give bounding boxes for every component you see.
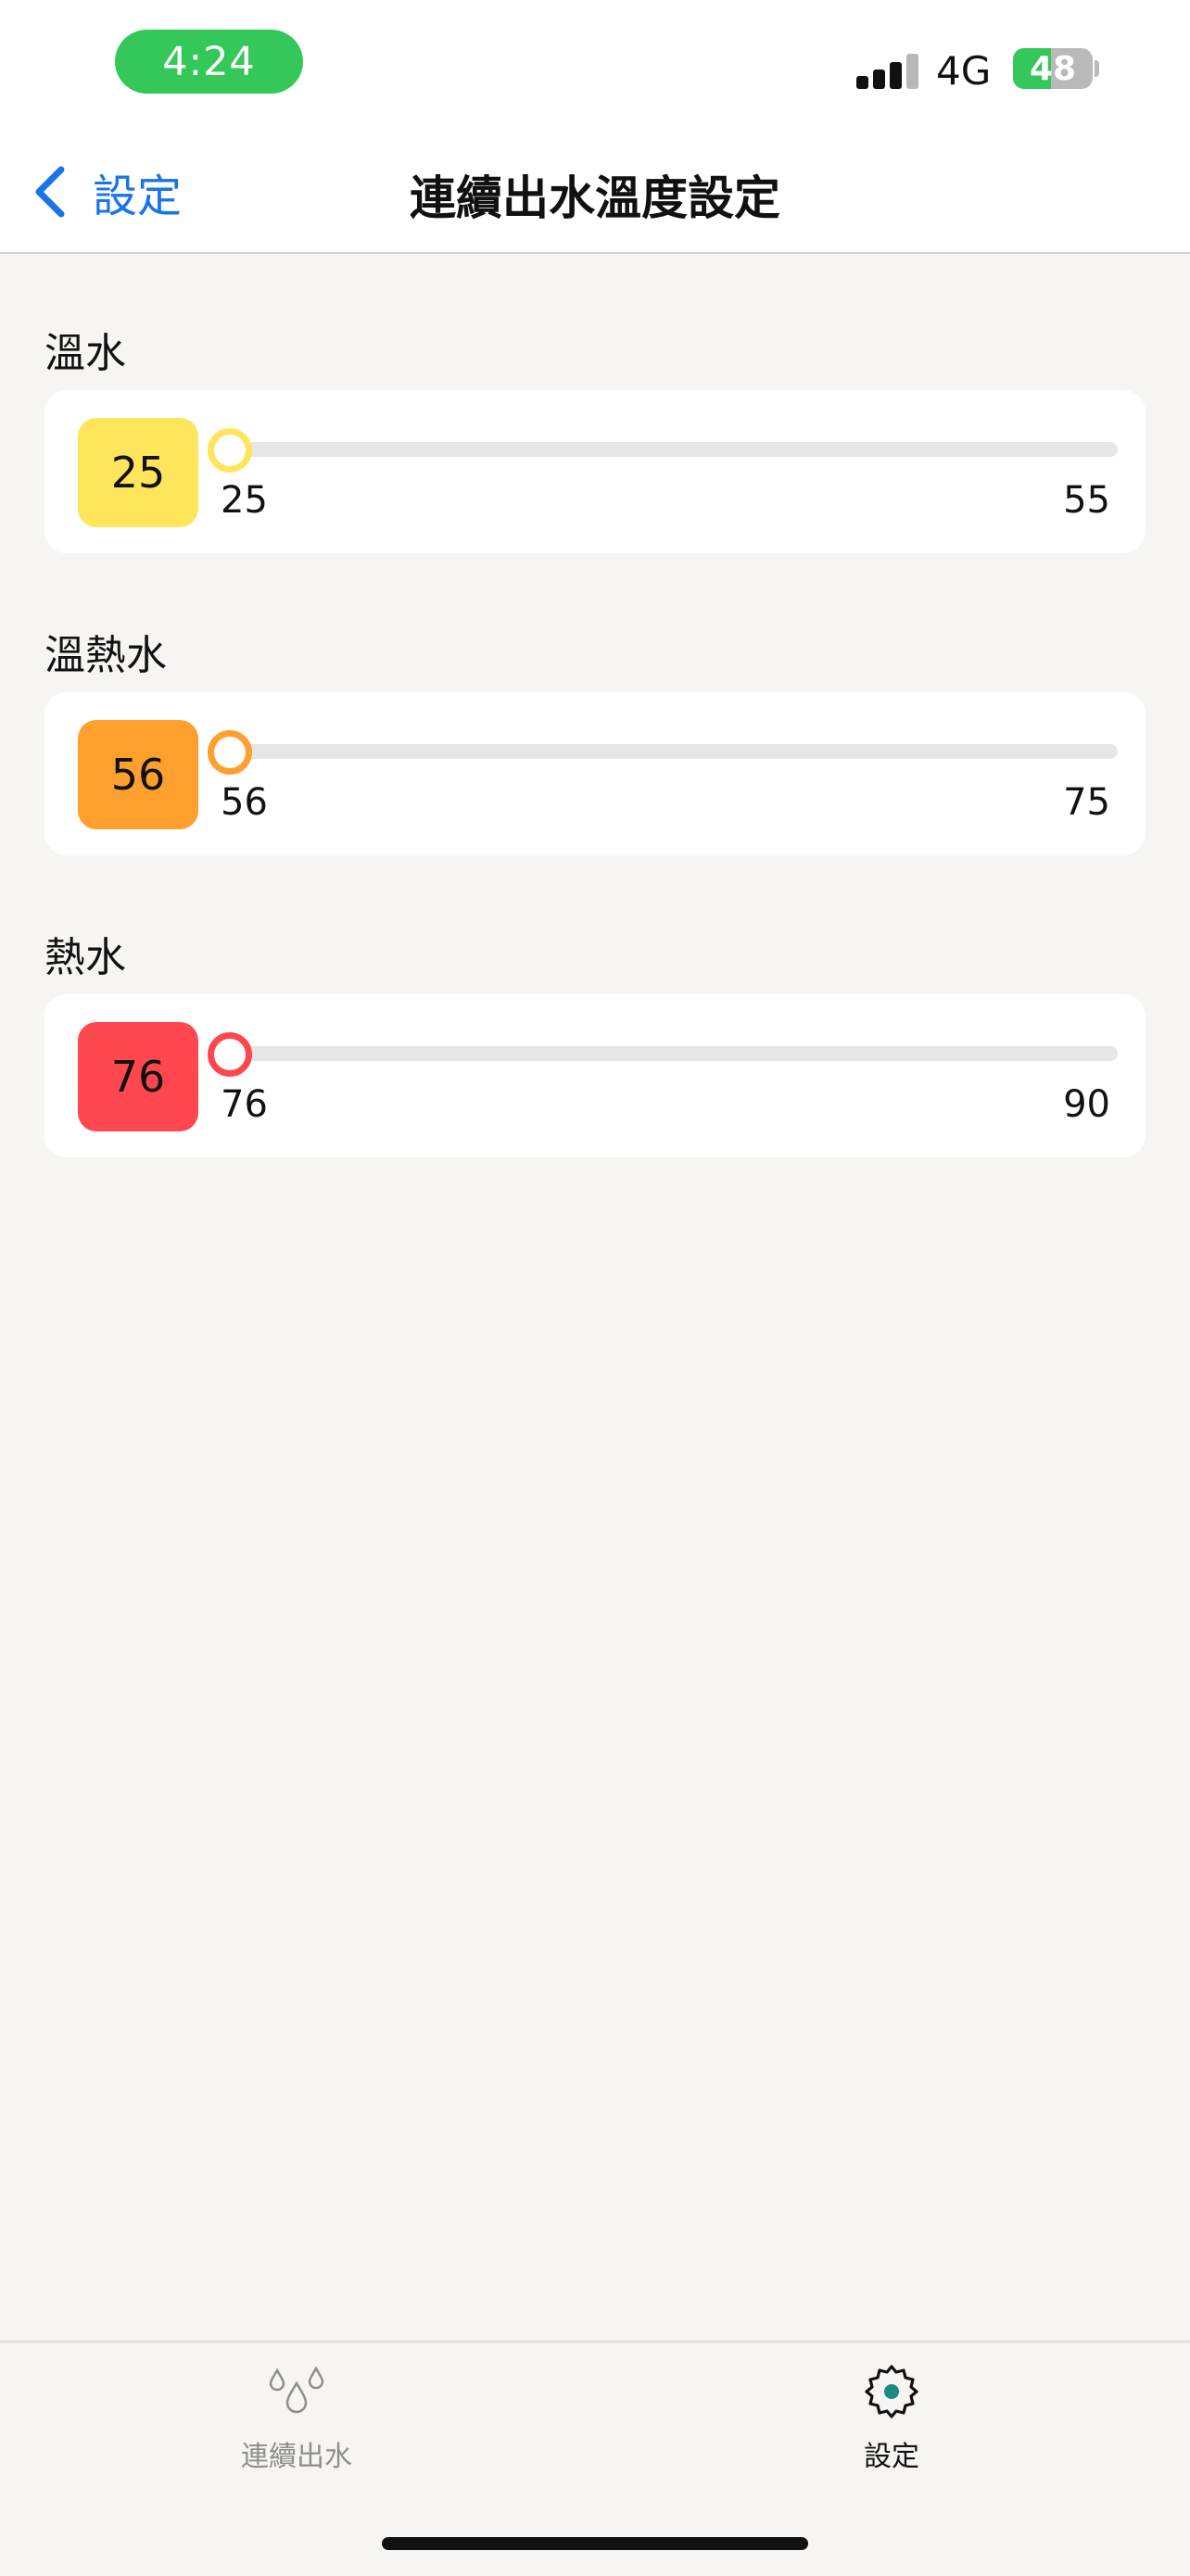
home-indicator	[382, 2537, 808, 2550]
temperature-card-hot: 76 76 90	[44, 994, 1146, 1157]
temperature-slider-track[interactable]	[230, 744, 1118, 759]
slider-max-label: 55	[1063, 479, 1110, 522]
temperature-slider-knob[interactable]	[208, 1032, 252, 1077]
slider-min-label: 56	[221, 781, 268, 824]
temperature-card-warm: 25 25 55	[44, 390, 1146, 553]
temperature-slider-knob[interactable]	[208, 730, 252, 775]
water-drops-icon	[269, 2366, 324, 2414]
section-title-warm: 溫水	[44, 330, 126, 377]
page-title: 連續出水溫度設定	[410, 171, 780, 225]
temperature-slider-knob[interactable]	[208, 428, 252, 473]
cellular-signal-icon	[856, 52, 919, 89]
temperature-slider-track[interactable]	[230, 1046, 1118, 1061]
header: 4:24 4G 48 設定 連續出水溫度設定	[0, 0, 1190, 254]
temperature-slider-track[interactable]	[230, 442, 1118, 457]
tab-continuous-water[interactable]: 連續出水	[158, 2361, 436, 2500]
battery-charging-icon: 48	[1013, 48, 1093, 89]
tab-label: 連續出水	[241, 2441, 352, 2473]
battery-level: 48	[1029, 49, 1077, 88]
status-time: 4:24	[115, 30, 303, 94]
tab-settings[interactable]: 設定	[753, 2361, 1031, 2500]
slider-min-label: 76	[221, 1083, 268, 1126]
temperature-card-warm-hot: 56 56 75	[44, 692, 1146, 855]
temperature-value-badge: 76	[78, 1022, 198, 1131]
gear-icon	[865, 2365, 918, 2418]
tab-label: 設定	[864, 2441, 919, 2473]
temperature-value-badge: 56	[78, 720, 198, 829]
network-type: 4G	[936, 48, 992, 94]
battery-tip	[1095, 60, 1099, 77]
section-title-warm-hot: 溫熱水	[44, 632, 167, 679]
section-title-hot: 熱水	[44, 934, 126, 981]
slider-max-label: 90	[1063, 1083, 1110, 1126]
slider-min-label: 25	[221, 479, 268, 522]
temperature-value-badge: 25	[78, 418, 198, 527]
slider-max-label: 75	[1063, 781, 1110, 824]
